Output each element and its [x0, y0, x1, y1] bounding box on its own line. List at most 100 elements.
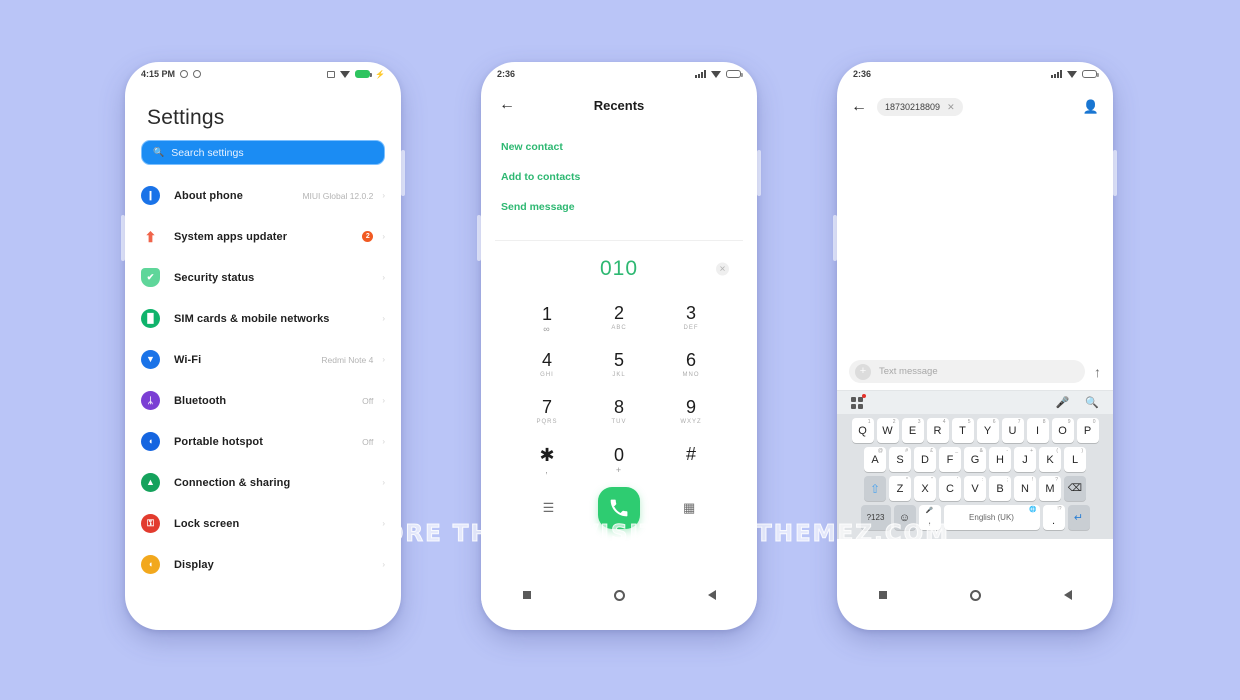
message-input[interactable]: + Text message — [849, 360, 1085, 383]
back-triangle-icon[interactable] — [1063, 590, 1072, 600]
message-thread — [837, 128, 1113, 353]
plus-attach-icon[interactable]: + — [855, 363, 871, 380]
search-input[interactable]: 🔍 Search settings — [141, 140, 385, 165]
keyboard-key[interactable]: 9O — [1051, 418, 1074, 443]
period-key[interactable]: !? . — [1042, 505, 1065, 530]
clear-input-icon[interactable]: ✕ — [716, 262, 729, 276]
keyboard-key[interactable]: _ F — [939, 447, 961, 472]
keyboard-key-label: D — [921, 453, 929, 466]
power-button-right[interactable] — [757, 150, 761, 196]
keyboard-key[interactable]: ) L — [1064, 447, 1086, 472]
back-triangle-icon[interactable] — [707, 590, 716, 600]
keyboard-key[interactable]: ! N — [1014, 476, 1036, 501]
keyboard-key[interactable]: & G — [964, 447, 986, 472]
search-icon[interactable]: 🔍 — [1085, 396, 1099, 409]
keyboard-key[interactable]: 8I — [1026, 418, 1049, 443]
dialpad-key[interactable]: 0 + — [583, 436, 655, 481]
backspace-key[interactable]: ⌫ — [1064, 476, 1086, 501]
shift-key[interactable]: ⇧ — [864, 476, 886, 501]
dialpad-key[interactable]: 9 WXYZ — [655, 389, 727, 434]
back-arrow-icon[interactable]: ← — [851, 98, 867, 116]
settings-row[interactable]: ❙ About phone MIUI Global 12.0.2 › — [125, 175, 401, 216]
volume-button-left[interactable] — [477, 215, 481, 261]
send-arrow-icon[interactable]: ↑ — [1094, 364, 1101, 380]
recipient-chip[interactable]: 18730218809 ✕ — [877, 98, 963, 116]
settings-row[interactable]: ◖ Display › — [125, 544, 401, 585]
settings-row-label: Connection & sharing — [174, 476, 291, 489]
keyboard-key[interactable]: £ D — [914, 447, 936, 472]
keypad-icon[interactable]: ▦ — [683, 500, 695, 516]
keyboard-key[interactable]: (K — [1039, 447, 1061, 472]
settings-row[interactable]: ▲ Connection & sharing › — [125, 462, 401, 503]
dialpad-key[interactable]: # — [655, 436, 727, 481]
settings-row[interactable]: ⚿ Lock screen › — [125, 503, 401, 544]
keyboard-key[interactable]: 4R — [926, 418, 949, 443]
dialpad-key[interactable]: ✱, — [511, 436, 583, 481]
settings-row[interactable]: ⬆ System apps updater 2 › — [125, 216, 401, 257]
volume-button-left[interactable] — [833, 215, 837, 261]
back-arrow-icon[interactable]: ← — [499, 96, 515, 114]
dialer-action-item[interactable]: Add to contacts — [481, 162, 757, 192]
remove-chip-icon[interactable]: ✕ — [947, 102, 955, 113]
settings-row[interactable]: ✔ Security status › — [125, 257, 401, 298]
keyboard-key[interactable]: ' C — [939, 476, 961, 501]
keyboard-key[interactable]: @ A — [864, 447, 886, 472]
keyboard-key[interactable]: 2W — [876, 418, 899, 443]
keyboard-key[interactable]: 7U — [1001, 418, 1024, 443]
home-circle-icon[interactable] — [613, 589, 625, 601]
enter-key[interactable]: ↵ — [1067, 505, 1090, 530]
comma-key[interactable]: 🎤 , — [918, 505, 941, 530]
keyboard-key[interactable]: ; B — [989, 476, 1011, 501]
dialpad: 1 ∞ 2 ABC 3 DEF 4 GHI 5 JKL 6 MNO 7 PQRS 8 TUV 9 WXYZ ✱, 0 +… — [481, 291, 757, 481]
space-key[interactable]: English (UK) 🌐 — [943, 505, 1040, 530]
emoji-key[interactable]: ☺ — [893, 505, 916, 530]
home-circle-icon[interactable] — [969, 589, 981, 601]
symbols-key[interactable]: ?123 — [860, 505, 891, 530]
keyboard-key-sup: 2 — [892, 419, 896, 425]
keyboard-key-label: W — [882, 424, 893, 437]
keyboard-key[interactable]: 6Y — [976, 418, 999, 443]
dialpad-key[interactable]: 7 PQRS — [511, 389, 583, 434]
menu-icon[interactable]: ☰ — [543, 500, 555, 516]
dialpad-key[interactable]: 8 TUV — [583, 389, 655, 434]
keyboard-key[interactable]: # S — [889, 447, 911, 472]
call-button[interactable] — [597, 487, 640, 529]
keyboard-key[interactable]: + J — [1014, 447, 1036, 472]
dialpad-key[interactable]: 2 ABC — [583, 295, 655, 340]
microphone-icon[interactable]: 🎤 — [1056, 396, 1070, 409]
keyboard-apps-icon[interactable] — [851, 393, 866, 409]
dialpad-key[interactable]: 4 GHI — [511, 342, 583, 387]
keyboard-key[interactable]: 5T — [951, 418, 974, 443]
settings-row[interactable]: ▼ Wi-Fi Redmi Note 4 › — [125, 339, 401, 380]
keyboard-key[interactable]: 0P — [1076, 418, 1099, 443]
keyboard-key[interactable]: -H — [989, 447, 1011, 472]
shift-icon: ⇧ — [869, 481, 881, 496]
settings-row[interactable]: ◖ Portable hotspot Off › — [125, 421, 401, 462]
keyboard-key-label: V — [971, 482, 979, 495]
keyboard-key[interactable]: * Z — [889, 476, 911, 501]
keyboard-key[interactable]: 3E — [901, 418, 924, 443]
dialpad-key-sublabel: TUV — [611, 418, 627, 425]
settings-row[interactable]: ᛦ Bluetooth Off › — [125, 380, 401, 421]
recents-square-icon[interactable] — [878, 591, 887, 599]
keyboard-key[interactable]: " X — [914, 476, 936, 501]
dialpad-key[interactable]: 1 ∞ — [511, 295, 583, 340]
settings-row-label: Security status — [174, 271, 255, 284]
dialpad-key[interactable]: 3 DEF — [655, 295, 727, 340]
settings-row[interactable]: █ SIM cards & mobile networks › — [125, 298, 401, 339]
volume-button-left[interactable] — [121, 215, 125, 261]
power-button-right[interactable] — [401, 150, 405, 196]
dialpad-key[interactable]: 6 MNO — [655, 342, 727, 387]
keyboard-key-sup: ) — [1081, 448, 1083, 454]
language-globe-icon[interactable]: 🌐 — [1029, 506, 1036, 513]
dialer-action-item[interactable]: New contact — [481, 132, 757, 162]
power-button-right[interactable] — [1113, 150, 1117, 196]
keyboard-key-sup: : — [981, 477, 983, 483]
keyboard-key[interactable]: :V — [964, 476, 986, 501]
add-contact-icon[interactable]: 👤 — [1083, 99, 1099, 115]
dialpad-key[interactable]: 5 JKL — [583, 342, 655, 387]
recents-square-icon[interactable] — [522, 591, 531, 599]
dialer-action-item[interactable]: Send message — [481, 192, 757, 222]
keyboard-key[interactable]: ? M — [1039, 476, 1061, 501]
keyboard-key[interactable]: 1Q — [851, 418, 874, 443]
